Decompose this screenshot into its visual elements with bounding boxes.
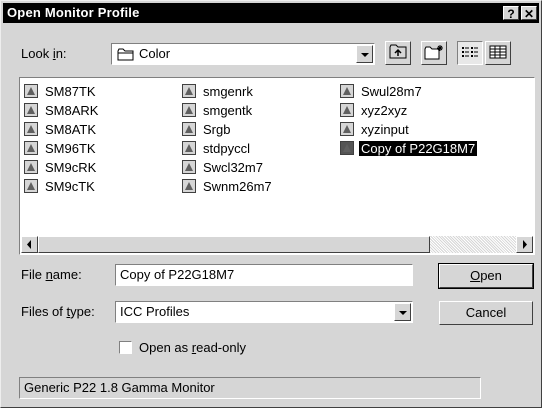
help-icon: ? bbox=[507, 7, 515, 21]
details-view-icon bbox=[489, 45, 507, 62]
list-view-icon bbox=[461, 45, 479, 62]
scrollbar-thumb[interactable] bbox=[38, 236, 430, 253]
file-name-label: File name: bbox=[21, 267, 82, 282]
look-in-dropdown[interactable]: Color bbox=[111, 43, 375, 65]
file-item-label: stdpyccl bbox=[203, 140, 250, 156]
close-icon: ✕ bbox=[523, 7, 535, 21]
icc-profile-icon bbox=[182, 179, 196, 193]
arrow-right-icon bbox=[523, 240, 527, 249]
icc-profile-icon bbox=[340, 84, 354, 98]
icc-profile-icon bbox=[24, 160, 38, 174]
icc-profile-icon bbox=[24, 103, 38, 117]
file-item[interactable]: Copy of P22G18M7 bbox=[340, 139, 478, 157]
profile-description: Generic P22 1.8 Gamma Monitor bbox=[19, 377, 481, 399]
file-item-label: Swnm26m7 bbox=[203, 178, 272, 194]
icc-profile-icon bbox=[24, 141, 38, 155]
icc-profile-icon bbox=[340, 141, 354, 155]
up-folder-icon bbox=[389, 44, 407, 62]
file-item[interactable]: Swcl32m7 bbox=[182, 158, 265, 176]
file-item[interactable]: SM96TK bbox=[24, 139, 98, 157]
file-item-label: smgenrk bbox=[203, 83, 253, 99]
open-button[interactable]: Open bbox=[438, 263, 534, 289]
arrow-left-icon bbox=[27, 240, 31, 249]
chevron-down-icon[interactable] bbox=[394, 303, 411, 321]
file-item-label: SM9cTK bbox=[45, 178, 95, 194]
icc-profile-icon bbox=[24, 122, 38, 136]
file-item[interactable]: SM8ATK bbox=[24, 120, 98, 138]
scroll-right-button[interactable] bbox=[516, 236, 533, 253]
create-new-folder-button[interactable] bbox=[421, 41, 447, 65]
file-item[interactable]: smgentk bbox=[182, 101, 254, 119]
file-item-label: SM87TK bbox=[45, 83, 96, 99]
new-folder-icon bbox=[424, 44, 444, 63]
file-name-input[interactable]: Copy of P22G18M7 bbox=[115, 264, 413, 286]
icc-profile-icon bbox=[182, 103, 196, 117]
file-item-label: SM96TK bbox=[45, 140, 96, 156]
icc-profile-icon bbox=[340, 103, 354, 117]
file-item[interactable]: stdpyccl bbox=[182, 139, 252, 157]
horizontal-scrollbar[interactable] bbox=[21, 236, 533, 253]
icc-profile-icon bbox=[340, 122, 354, 136]
file-item-label: SM8ARK bbox=[45, 102, 99, 118]
file-item[interactable]: xyz2xyz bbox=[340, 101, 409, 119]
files-of-type-dropdown[interactable]: ICC Profiles bbox=[115, 301, 413, 323]
files-of-type-value: ICC Profiles bbox=[120, 304, 190, 319]
file-item-label: SM9cRK bbox=[45, 159, 97, 175]
file-item[interactable]: SM9cRK bbox=[24, 158, 98, 176]
icc-profile-icon bbox=[24, 179, 38, 193]
icc-profile-icon bbox=[182, 141, 196, 155]
file-item[interactable]: SM87TK bbox=[24, 82, 98, 100]
icc-profile-icon bbox=[182, 122, 196, 136]
file-item[interactable]: smgenrk bbox=[182, 82, 255, 100]
file-item-label: smgentk bbox=[203, 102, 253, 118]
file-item-label: xyzinput bbox=[361, 121, 409, 137]
file-item-label: Copy of P22G18M7 bbox=[359, 140, 478, 156]
chevron-down-icon[interactable] bbox=[356, 45, 373, 63]
close-button[interactable]: ✕ bbox=[521, 6, 537, 21]
file-item[interactable]: Srgb bbox=[182, 120, 232, 138]
files-of-type-label: Files of type: bbox=[21, 304, 95, 319]
file-item[interactable]: SM9cTK bbox=[24, 177, 97, 195]
file-item[interactable]: Swul28m7 bbox=[340, 82, 424, 100]
file-item-label: Swul28m7 bbox=[361, 83, 422, 99]
window-title: Open Monitor Profile bbox=[7, 5, 140, 20]
title-bar[interactable]: Open Monitor Profile ? ✕ bbox=[3, 3, 539, 23]
read-only-checkbox[interactable] bbox=[119, 341, 132, 354]
file-item[interactable]: Swnm26m7 bbox=[182, 177, 274, 195]
folder-icon bbox=[117, 48, 135, 64]
up-one-level-button[interactable] bbox=[385, 41, 411, 65]
list-view-button[interactable] bbox=[457, 41, 483, 65]
cancel-button[interactable]: Cancel bbox=[439, 301, 533, 325]
file-item-label: Srgb bbox=[203, 121, 231, 137]
look-in-label: Look in: bbox=[21, 46, 67, 61]
details-view-button[interactable] bbox=[485, 41, 511, 65]
icc-profile-icon bbox=[182, 160, 196, 174]
file-item-label: Swcl32m7 bbox=[203, 159, 263, 175]
file-item[interactable]: SM8ARK bbox=[24, 101, 100, 119]
read-only-label[interactable]: Open as read-only bbox=[139, 340, 246, 355]
help-button[interactable]: ? bbox=[503, 6, 519, 21]
look-in-value: Color bbox=[139, 46, 171, 61]
file-list[interactable]: SM87TK SM8ARK SM8ATK SM96TK SM9cRK SM9cTK smge… bbox=[19, 77, 535, 255]
file-item-label: xyz2xyz bbox=[361, 102, 408, 118]
file-item-label: SM8ATK bbox=[45, 121, 97, 137]
open-monitor-profile-dialog: Open Monitor Profile ? ✕ Look in: Color bbox=[0, 0, 542, 408]
file-item[interactable]: xyzinput bbox=[340, 120, 411, 138]
icc-profile-icon bbox=[24, 84, 38, 98]
icc-profile-icon bbox=[182, 84, 196, 98]
scroll-left-button[interactable] bbox=[21, 236, 38, 253]
